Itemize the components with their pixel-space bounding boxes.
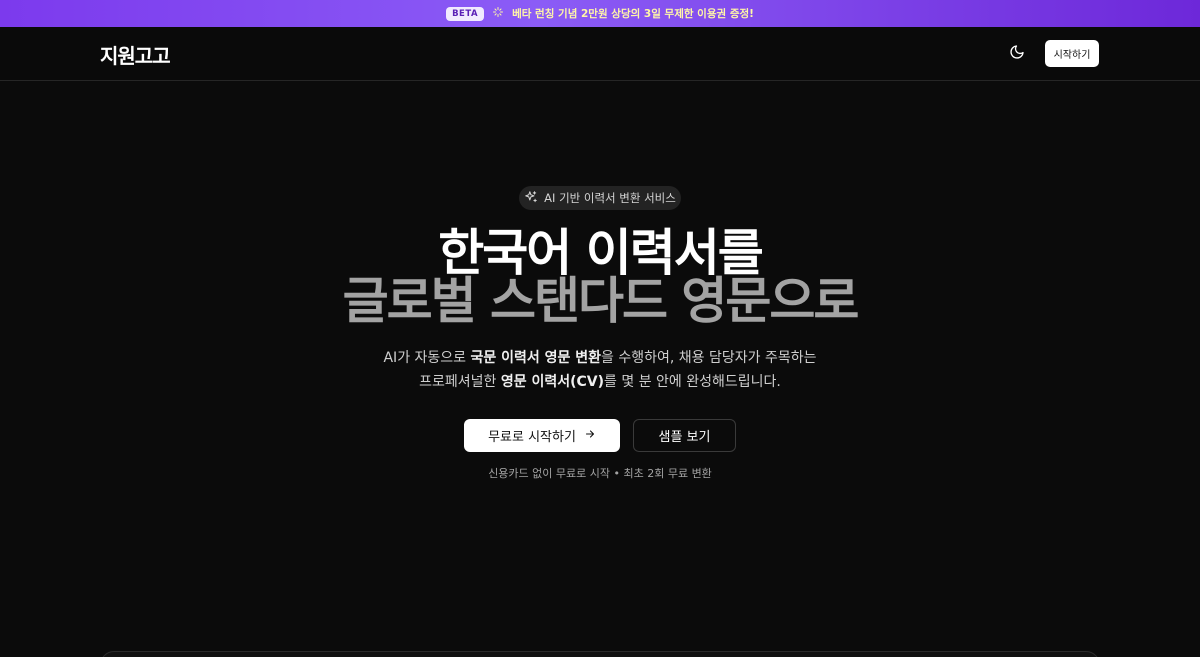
desc-emphasis: 영문 이력서(CV) (500, 374, 605, 390)
hero-description: AI가 자동으로 국문 이력서 영문 변환을 수행하여, 채용 담당자가 주목하… (0, 346, 1200, 394)
theme-toggle-button[interactable] (1006, 43, 1028, 65)
promo-banner: BETA 베타 런칭 기념 2만원 상당의 3일 무제한 이용권 증정! (0, 0, 1200, 27)
feature-pill: AI 기반 이력서 변환 서비스 (519, 186, 681, 210)
pill-label: AI 기반 이력서 변환 서비스 (544, 191, 676, 205)
arrow-right-icon (584, 428, 596, 444)
navbar: 지원고고 시작하기 (0, 27, 1200, 81)
headline-secondary: 글로벌 스탠다드 영문으로 (342, 272, 860, 330)
desc-text: 을 수행하여, 채용 담당자가 주목하는 (601, 350, 817, 366)
logo[interactable]: 지원고고 (100, 40, 171, 69)
promo-text: 베타 런칭 기념 2만원 상당의 3일 무제한 이용권 증정! (512, 8, 754, 20)
description-line-1: AI가 자동으로 국문 이력서 영문 변환을 수행하여, 채용 담당자가 주목하… (0, 346, 1200, 370)
description-line-2: 프로페셔널한 영문 이력서(CV)를 몇 분 안에 완성해드립니다. (0, 370, 1200, 394)
beta-badge: BETA (446, 6, 485, 21)
start-free-button[interactable]: 무료로 시작하기 (464, 419, 620, 452)
desc-text: 프로페셔널한 (419, 374, 501, 390)
moon-icon (1009, 44, 1025, 64)
sparkle-icon (524, 190, 538, 207)
start-free-label: 무료로 시작하기 (488, 430, 576, 445)
desc-text: AI가 자동으로 (383, 350, 471, 366)
desc-emphasis: 국문 이력서 영문 변환 (470, 350, 602, 366)
sparkle-icon (492, 6, 504, 21)
free-trial-note: 신용카드 없이 무료로 시작 • 최초 2회 무료 변환 (488, 467, 712, 480)
nav-start-button[interactable]: 시작하기 (1045, 40, 1099, 67)
desc-text: 를 몇 분 안에 완성해드립니다. (604, 374, 781, 390)
preview-card (100, 651, 1100, 657)
view-sample-button[interactable]: 샘플 보기 (633, 419, 736, 452)
